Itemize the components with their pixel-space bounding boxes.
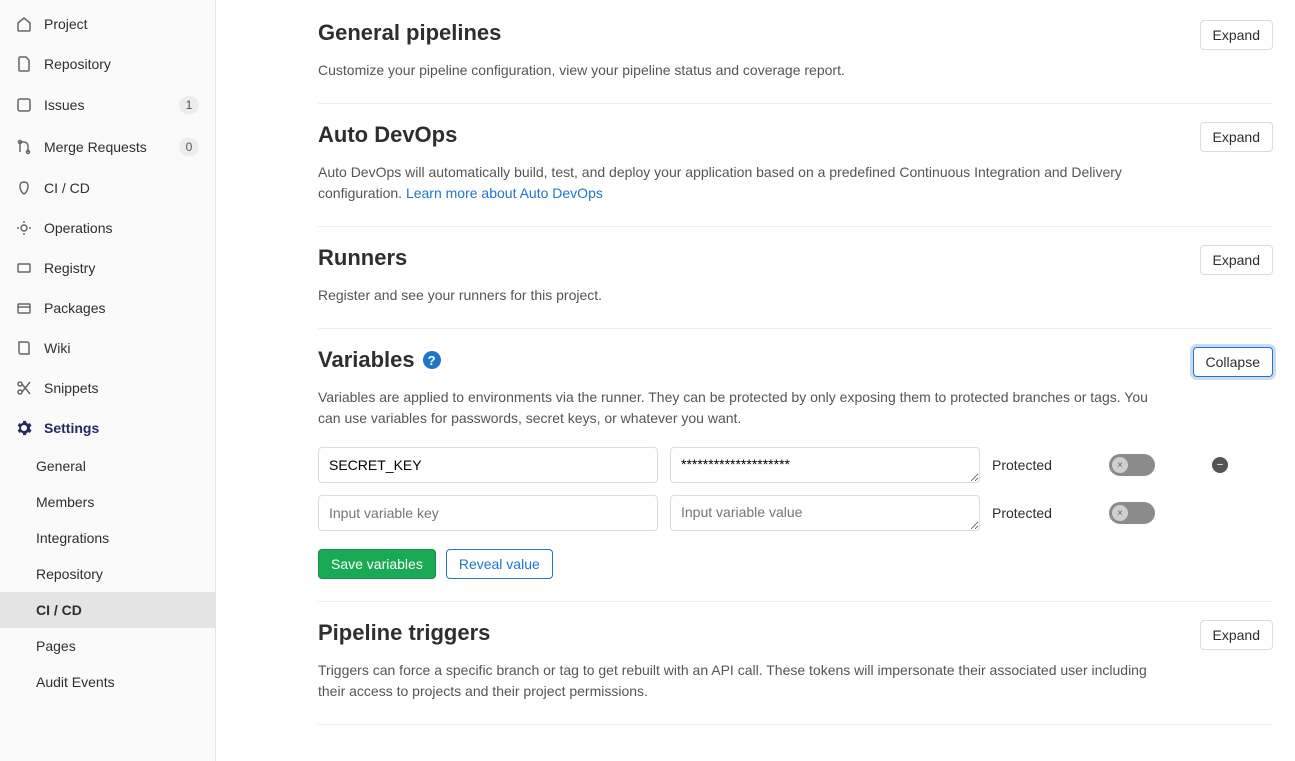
mr-badge: 0 xyxy=(179,138,199,156)
sidebar-item-project[interactable]: Project xyxy=(0,4,215,44)
sidebar-item-merge-requests[interactable]: Merge Requests 0 xyxy=(0,126,215,168)
main-content: General pipelines Expand Customize your … xyxy=(216,0,1295,761)
protected-toggle[interactable]: × xyxy=(1109,454,1155,476)
variable-value-input[interactable]: ******************** xyxy=(670,447,980,483)
package-icon xyxy=(16,300,32,316)
sidebar-item-label: CI / CD xyxy=(44,180,90,196)
section-variables: Variables ? Collapse Variables are appli… xyxy=(318,329,1273,602)
settings-sub-audit[interactable]: Audit Events xyxy=(0,664,215,700)
sidebar-item-label: Project xyxy=(44,16,88,32)
sidebar-item-label: Registry xyxy=(44,260,95,276)
section-title: Variables ? xyxy=(318,347,441,373)
sidebar-item-registry[interactable]: Registry xyxy=(0,248,215,288)
book-icon xyxy=(16,340,32,356)
operations-icon xyxy=(16,220,32,236)
gear-icon xyxy=(16,420,32,436)
section-desc: Variables are applied to environments vi… xyxy=(318,387,1168,429)
settings-sub-members[interactable]: Members xyxy=(0,484,215,520)
expand-button[interactable]: Expand xyxy=(1200,20,1273,50)
sidebar-item-label: Operations xyxy=(44,220,112,236)
sidebar-item-label: Packages xyxy=(44,300,105,316)
file-icon xyxy=(16,56,32,72)
section-title: Pipeline triggers xyxy=(318,620,490,646)
section-desc: Customize your pipeline configuration, v… xyxy=(318,60,1168,81)
protected-label: Protected xyxy=(992,457,1097,473)
sidebar-item-repository[interactable]: Repository xyxy=(0,44,215,84)
section-desc: Register and see your runners for this p… xyxy=(318,285,1168,306)
variables-grid: ******************** Protected × − Prote… xyxy=(318,447,1273,531)
section-desc: Auto DevOps will automatically build, te… xyxy=(318,162,1168,204)
home-icon xyxy=(16,16,32,32)
sidebar-item-operations[interactable]: Operations xyxy=(0,208,215,248)
merge-icon xyxy=(16,139,32,155)
variable-value-input[interactable] xyxy=(670,495,980,531)
sidebar-item-snippets[interactable]: Snippets xyxy=(0,368,215,408)
settings-sub-integrations[interactable]: Integrations xyxy=(0,520,215,556)
sidebar-item-label: Snippets xyxy=(44,380,98,396)
scissors-icon xyxy=(16,380,32,396)
rocket-icon xyxy=(16,180,32,196)
section-title: Auto DevOps xyxy=(318,122,457,148)
sidebar-item-settings[interactable]: Settings xyxy=(0,408,215,448)
settings-sub-pages[interactable]: Pages xyxy=(0,628,215,664)
section-desc: Triggers can force a specific branch or … xyxy=(318,660,1168,702)
collapse-button[interactable]: Collapse xyxy=(1193,347,1273,377)
sidebar-item-packages[interactable]: Packages xyxy=(0,288,215,328)
section-pipeline-triggers: Pipeline triggers Expand Triggers can fo… xyxy=(318,602,1273,725)
expand-button[interactable]: Expand xyxy=(1200,620,1273,650)
reveal-value-button[interactable]: Reveal value xyxy=(446,549,553,579)
autodevops-learn-more-link[interactable]: Learn more about Auto DevOps xyxy=(406,185,603,201)
settings-sub-cicd[interactable]: CI / CD xyxy=(0,592,215,628)
protected-label: Protected xyxy=(992,505,1097,521)
settings-sub-repository[interactable]: Repository xyxy=(0,556,215,592)
sidebar-item-label: Repository xyxy=(44,56,111,72)
expand-button[interactable]: Expand xyxy=(1200,245,1273,275)
save-variables-button[interactable]: Save variables xyxy=(318,549,436,579)
sidebar-item-wiki[interactable]: Wiki xyxy=(0,328,215,368)
sidebar-item-label: Wiki xyxy=(44,340,70,356)
sidebar-item-label: Issues xyxy=(44,97,84,113)
sidebar: Project Repository Issues 1 Merge Reques… xyxy=(0,0,216,761)
section-title: Runners xyxy=(318,245,407,271)
issues-badge: 1 xyxy=(179,96,199,114)
variable-key-input[interactable] xyxy=(318,495,658,531)
registry-icon xyxy=(16,260,32,276)
section-title: General pipelines xyxy=(318,20,501,46)
protected-toggle[interactable]: × xyxy=(1109,502,1155,524)
expand-button[interactable]: Expand xyxy=(1200,122,1273,152)
section-runners: Runners Expand Register and see your run… xyxy=(318,227,1273,329)
sidebar-item-issues[interactable]: Issues 1 xyxy=(0,84,215,126)
section-general-pipelines: General pipelines Expand Customize your … xyxy=(318,20,1273,104)
sidebar-item-label: Settings xyxy=(44,420,99,436)
sidebar-item-label: Merge Requests xyxy=(44,139,147,155)
sidebar-item-cicd[interactable]: CI / CD xyxy=(0,168,215,208)
settings-sub-general[interactable]: General xyxy=(0,448,215,484)
variable-key-input[interactable] xyxy=(318,447,658,483)
remove-variable-button[interactable]: − xyxy=(1212,457,1228,473)
section-auto-devops: Auto DevOps Expand Auto DevOps will auto… xyxy=(318,104,1273,227)
help-icon[interactable]: ? xyxy=(423,351,441,369)
issues-icon xyxy=(16,97,32,113)
